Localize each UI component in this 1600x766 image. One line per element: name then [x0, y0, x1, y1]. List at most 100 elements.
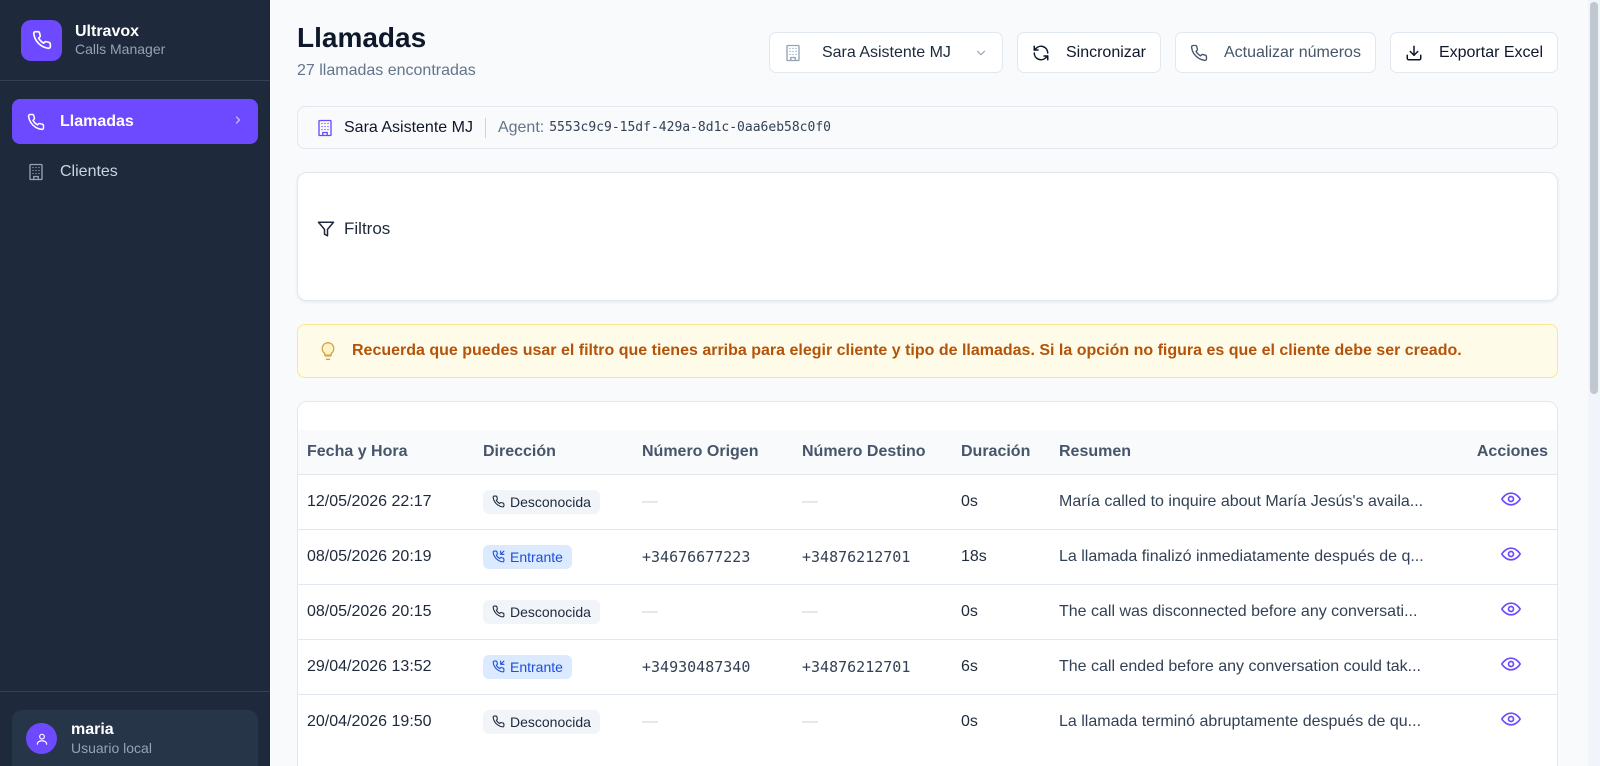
sync-button[interactable]: Sincronizar [1016, 32, 1161, 73]
user-icon [26, 723, 57, 754]
phone-icon [1190, 44, 1208, 62]
calls-table: Fecha y Hora Dirección Número Origen Núm… [298, 430, 1557, 749]
phone-icon [492, 715, 505, 728]
direction-label: Entrante [510, 658, 563, 675]
col-acciones: Acciones [1465, 430, 1557, 474]
cell-acciones [1465, 583, 1557, 639]
phone-incoming-icon [492, 550, 505, 563]
cell-direccion: Desconocida [474, 473, 633, 529]
sidebar-item-label: Clientes [60, 162, 118, 180]
lightbulb-icon [318, 339, 338, 363]
brand-title: Ultravox [75, 23, 140, 40]
cell-destino: — [793, 693, 952, 749]
page-scrollbar[interactable] [1588, 0, 1600, 766]
cell-acciones [1465, 528, 1557, 584]
direction-label: Entrante [510, 548, 563, 565]
cell-fecha: 12/05/2026 22:17 [298, 473, 474, 529]
cell-resumen: La llamada finalizó inmediatamente despu… [1050, 528, 1465, 584]
cell-resumen: La llamada terminó abruptamente después … [1050, 693, 1465, 749]
calls-table-card: Fecha y Hora Dirección Número Origen Núm… [297, 401, 1558, 766]
update-numbers-button[interactable]: Actualizar números [1175, 32, 1376, 73]
direction-badge: Desconocida [483, 709, 600, 734]
client-select[interactable]: Sara Asistente MJ [768, 32, 1003, 73]
tip-banner: Recuerda que puedes usar el filtro que t… [297, 324, 1558, 378]
direction-label: Desconocida [510, 493, 591, 510]
table-header-row: Fecha y Hora Dirección Número Origen Núm… [298, 430, 1557, 474]
export-excel-label: Exportar Excel [1438, 43, 1543, 61]
cell-fecha: 20/04/2026 19:50 [298, 693, 474, 749]
building-icon [26, 162, 46, 182]
cell-destino: +34876212701 [793, 638, 952, 694]
phone-icon [492, 605, 505, 618]
cell-direccion: Desconocida [474, 693, 633, 749]
client-select-value: Sara Asistente MJ [821, 43, 951, 61]
table-row[interactable]: 12/05/2026 22:17 Desconocida — — 0s Marí… [298, 473, 1557, 529]
brand: Ultravox Calls Manager [0, 0, 270, 81]
chevron-right-icon [232, 113, 244, 132]
cell-resumen: The call was disconnected before any con… [1050, 583, 1465, 639]
col-resumen[interactable]: Resumen [1050, 430, 1465, 474]
sidebar-item-clientes[interactable]: Clientes [12, 149, 258, 194]
sidebar-item-llamadas[interactable]: Llamadas [12, 99, 258, 144]
col-destino[interactable]: Número Destino [793, 430, 952, 474]
page-title: Llamadas [297, 22, 427, 53]
table-row[interactable]: 20/04/2026 19:50 Desconocida — — 0s La l… [298, 693, 1557, 749]
cell-acciones [1465, 473, 1557, 529]
building-icon [316, 119, 334, 137]
user-role: Usuario local [71, 740, 152, 756]
cell-destino: — [793, 473, 952, 529]
tip-text: Recuerda que puedes usar el filtro que t… [352, 342, 1462, 359]
cell-origen: +34930487340 [633, 638, 793, 694]
eye-icon[interactable] [1501, 544, 1521, 564]
col-fecha[interactable]: Fecha y Hora [298, 430, 474, 474]
cell-origen: — [633, 693, 793, 749]
direction-badge: Entrante [483, 544, 572, 569]
filters-card: Filtros [297, 172, 1558, 301]
building-icon [784, 44, 802, 62]
export-excel-button[interactable]: Exportar Excel [1389, 32, 1558, 73]
download-icon [1405, 44, 1423, 62]
phone-incoming-icon [492, 660, 505, 673]
cell-duracion: 6s [952, 638, 1050, 694]
direction-label: Desconocida [510, 603, 591, 620]
cell-origen: +34676677223 [633, 528, 793, 584]
sidebar-nav: Llamadas Clientes [0, 81, 270, 194]
eye-icon[interactable] [1501, 654, 1521, 674]
table-row[interactable]: 08/05/2026 20:15 Desconocida — — 0s The … [298, 583, 1557, 639]
toolbar: Sara Asistente MJ Sincronizar Actualizar… [768, 32, 1558, 73]
user-area: maria Usuario local [0, 691, 270, 766]
agent-name: Sara Asistente MJ [344, 118, 473, 136]
filter-icon [317, 220, 335, 238]
cell-destino: — [793, 583, 952, 639]
col-duracion[interactable]: Duración [952, 430, 1050, 474]
table-row[interactable]: 29/04/2026 13:52 Entrante +34930487340 +… [298, 638, 1557, 694]
eye-icon[interactable] [1501, 489, 1521, 509]
agent-label: Agent: [497, 118, 545, 136]
cell-resumen: The call ended before any conversation c… [1050, 638, 1465, 694]
cell-direccion: Entrante [474, 528, 633, 584]
cell-duracion: 0s [952, 583, 1050, 639]
eye-icon[interactable] [1501, 709, 1521, 729]
user-card[interactable]: maria Usuario local [12, 710, 258, 766]
table-row[interactable]: 08/05/2026 20:19 Entrante +34676677223 +… [298, 528, 1557, 584]
direction-label: Desconocida [510, 713, 591, 730]
brand-phone-icon [21, 19, 62, 61]
cell-destino: +34876212701 [793, 528, 952, 584]
direction-badge: Desconocida [483, 489, 600, 514]
filters-toggle[interactable]: Filtros [317, 219, 390, 239]
cell-direccion: Entrante [474, 638, 633, 694]
eye-icon[interactable] [1501, 599, 1521, 619]
col-origen[interactable]: Número Origen [633, 430, 793, 474]
user-name: maria [71, 721, 114, 738]
agent-bar: Sara Asistente MJ Agent: 5553c9c9-15df-4… [297, 106, 1558, 149]
cell-acciones [1465, 638, 1557, 694]
sync-button-label: Sincronizar [1065, 43, 1146, 61]
cell-fecha: 08/05/2026 20:19 [298, 528, 474, 584]
cell-acciones [1465, 693, 1557, 749]
scrollbar-thumb[interactable] [1590, 2, 1598, 394]
col-direccion[interactable]: Dirección [474, 430, 633, 474]
cell-fecha: 29/04/2026 13:52 [298, 638, 474, 694]
direction-badge: Entrante [483, 654, 572, 679]
refresh-icon [1032, 44, 1050, 62]
sidebar: Ultravox Calls Manager Llamadas Clientes [0, 0, 270, 766]
